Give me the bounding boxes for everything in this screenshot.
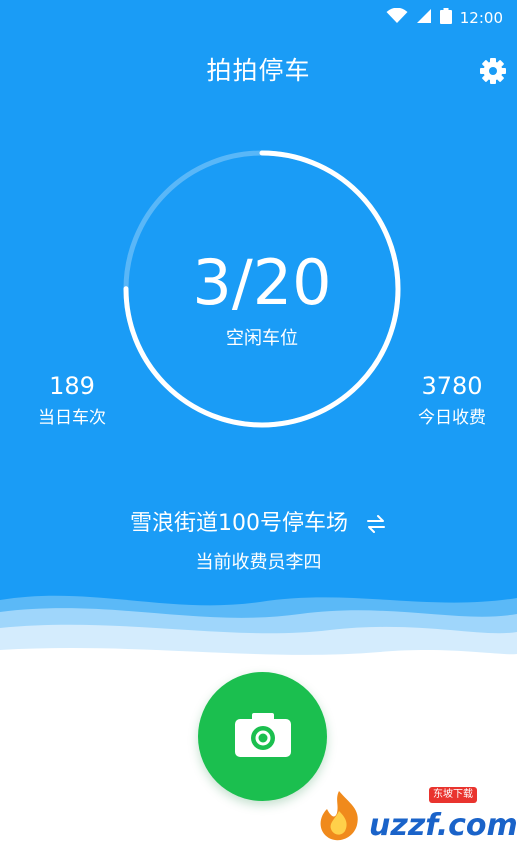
battery-icon <box>439 8 452 28</box>
daily-trips-stat: 189 当日车次 <box>12 370 132 431</box>
camera-icon <box>233 710 293 764</box>
gear-icon <box>479 58 507 89</box>
current-collector: 当前收费员李四 <box>195 552 322 573</box>
watermark-badge: 东坡下载 <box>429 787 477 803</box>
status-time: 12:00 <box>459 9 503 27</box>
watermark-flame-icon <box>320 791 358 841</box>
page-title: 拍拍停车 <box>206 56 311 85</box>
cellular-signal-icon <box>416 8 432 28</box>
daily-fees-value: 3780 <box>421 372 483 400</box>
daily-trips-value: 189 <box>49 372 95 400</box>
daily-fees-stat: 3780 今日收费 <box>392 370 512 431</box>
daily-trips-label: 当日车次 <box>38 408 106 428</box>
camera-button[interactable] <box>198 672 327 801</box>
wifi-icon <box>386 7 408 28</box>
watermark-logo: 东坡下载 uzzf.com <box>309 787 517 847</box>
status-icons: 12:00 <box>386 7 503 28</box>
hero-panel: 12:00 拍拍停车 3/20 空闲车位 189 当日车次 3780 今日收费 … <box>0 0 517 640</box>
occupancy-value: 3/20 <box>192 246 332 319</box>
settings-button[interactable] <box>479 57 507 85</box>
parking-lot-name: 雪浪街道100号停车场 <box>130 511 348 536</box>
status-bar: 12:00 <box>0 0 517 36</box>
watermark-text: uzzf.com <box>369 808 517 843</box>
parking-lot-switcher[interactable]: 雪浪街道100号停车场 <box>0 508 517 540</box>
swap-arrows-icon <box>365 513 387 535</box>
daily-fees-label: 今日收费 <box>418 408 486 428</box>
occupancy-label: 空闲车位 <box>226 328 298 349</box>
